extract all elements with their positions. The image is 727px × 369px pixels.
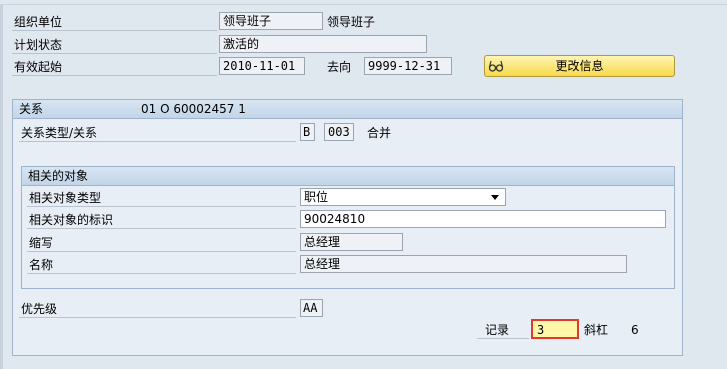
abbreviation-field[interactable]: 总经理: [300, 233, 403, 251]
related-object-id-field[interactable]: 90024810: [300, 210, 666, 228]
related-object-group-title: 相关的对象: [22, 167, 674, 186]
glasses-icon: [488, 60, 504, 72]
relationship-type-code-field[interactable]: B: [300, 123, 315, 141]
org-unit-label: 组织单位: [12, 13, 217, 31]
valid-from-field[interactable]: 2010-11-01: [219, 57, 305, 75]
change-info-button[interactable]: 更改信息: [484, 55, 675, 77]
chevron-down-icon[interactable]: [491, 195, 499, 200]
valid-from-label: 有效起始: [12, 58, 217, 76]
relationship-title-info: 01 O 60002457 1: [141, 102, 246, 116]
org-unit-text: 领导班子: [327, 15, 376, 29]
valid-to-label: 去向: [327, 60, 352, 74]
left-frame-edge: [0, 0, 3, 369]
priority-label: 优先级: [19, 300, 296, 318]
record-number-field[interactable]: 3: [531, 319, 579, 339]
plan-status-label: 计划状态: [12, 36, 217, 54]
relationship-group-title: 关系 01 O 60002457 1: [13, 100, 682, 119]
change-info-button-label: 更改信息: [555, 59, 604, 73]
top-divider: [0, 0, 727, 5]
slash-label: 斜杠: [584, 323, 609, 337]
related-object-type-select[interactable]: 职位: [300, 188, 506, 206]
org-unit-field[interactable]: 领导班子: [219, 12, 323, 30]
name-field[interactable]: 总经理: [300, 255, 627, 273]
relationship-type-label: 关系类型/关系: [19, 124, 296, 142]
record-total: 6: [631, 323, 639, 337]
valid-to-field[interactable]: 9999-12-31: [364, 57, 452, 75]
related-object-type-label: 相关对象类型: [27, 189, 296, 207]
relationship-text: 合并: [367, 126, 392, 140]
related-object-id-label: 相关对象的标识: [27, 211, 296, 229]
relationship-title: 关系: [19, 102, 44, 116]
priority-field[interactable]: AA: [300, 299, 323, 317]
record-label: 记录: [477, 321, 529, 339]
abbreviation-label: 缩写: [27, 234, 296, 252]
related-object-type-value: 职位: [304, 190, 329, 204]
name-label: 名称: [27, 256, 296, 274]
relationship-code-field[interactable]: 003: [324, 123, 354, 141]
plan-status-field[interactable]: 激活的: [219, 35, 427, 53]
